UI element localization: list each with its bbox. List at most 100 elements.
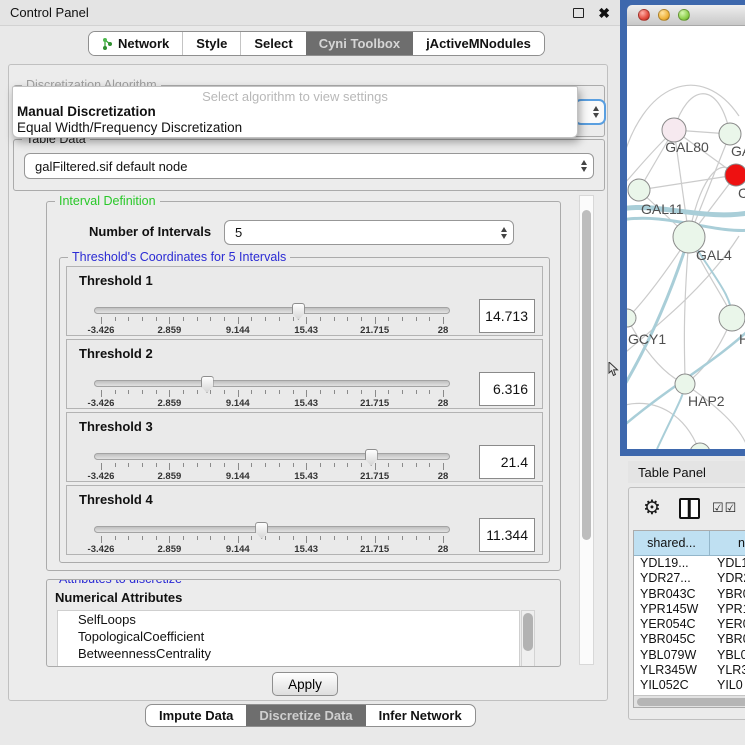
attribute-item[interactable]: TopologicalCoefficient — [58, 628, 519, 645]
network-node[interactable] — [725, 164, 745, 186]
slider-tick-labels: -3.4262.8599.14415.4321.71528 — [101, 325, 443, 335]
network-node[interactable] — [627, 309, 636, 327]
algorithm-combobox[interactable] — [574, 99, 606, 125]
table-row[interactable]: YBR043CYBR0 — [634, 587, 745, 602]
tab-network[interactable]: Network — [89, 32, 182, 55]
table-row[interactable]: YIL052CYIL0 — [634, 678, 745, 693]
attribute-item[interactable]: SelfLoops — [58, 611, 519, 628]
thresholds-container: Threshold 1 -3.4262.8599.14415.4321.7152… — [60, 258, 549, 555]
slider-track[interactable] — [94, 526, 450, 533]
threshold-label: Threshold 3 — [79, 419, 153, 434]
threshold-panel: Threshold 4 -3.4262.8599.14415.4321.7152… — [66, 485, 543, 555]
table-row[interactable]: YLR345WYLR3 — [634, 663, 745, 678]
threshold-slider[interactable]: -3.4262.8599.14415.4321.71528 — [94, 522, 450, 552]
apply-button[interactable]: Apply — [272, 672, 338, 696]
mouse-cursor — [608, 362, 619, 377]
tab-discretize-data[interactable]: Discretize Data — [246, 705, 365, 726]
network-node-label: C — [738, 185, 745, 201]
network-node-label: H — [739, 331, 745, 347]
network-svg: GAL80GACGAL11GAL4GCY1HHAP2 — [627, 26, 745, 449]
tab-infer-network-label: Infer Network — [379, 708, 462, 723]
attribute-item[interactable]: BetweennessCentrality — [58, 645, 519, 662]
table-row[interactable]: YPR145WYPR1 — [634, 602, 745, 617]
attributes-group: Attributes to discretize Numerical Attri… — [46, 579, 561, 667]
thresholds-group-title: Threshold's Coordinates for 5 Intervals — [68, 250, 290, 264]
cyni-toolbox-panel: Discretization Algorithm Table Data galF… — [8, 64, 608, 701]
network-node[interactable] — [719, 123, 741, 145]
scrollbar-thumb[interactable] — [582, 210, 591, 540]
interval-definition-group-title: Interval Definition — [55, 194, 160, 208]
threshold-slider[interactable]: -3.4262.8599.14415.4321.71528 — [94, 303, 450, 333]
column-header-name[interactable]: na — [710, 531, 745, 556]
network-canvas[interactable]: GAL80GACGAL11GAL4GCY1HHAP2 — [627, 26, 745, 449]
threshold-value-field[interactable]: 6.316 — [479, 372, 535, 406]
table-panel-toolbar: ⚙ ☑☑ — [629, 492, 745, 524]
gear-icon[interactable]: ⚙ — [643, 498, 661, 518]
slider-ticks — [101, 317, 443, 325]
network-node[interactable] — [628, 179, 650, 201]
scrollbar-thumb[interactable] — [637, 698, 745, 706]
tab-select[interactable]: Select — [240, 32, 305, 55]
column-header-shared-name[interactable]: shared... — [634, 531, 710, 556]
algorithm-option-manual[interactable]: Manual Discretization — [13, 104, 577, 120]
combo-stepper-icon — [593, 106, 599, 118]
tab-impute-data-label: Impute Data — [159, 708, 233, 723]
table-row[interactable]: YER054CYER0 — [634, 617, 745, 632]
table-data-combobox[interactable]: galFiltered.sif default node — [24, 153, 594, 179]
close-traffic-light-icon[interactable] — [638, 9, 650, 21]
tab-jactivemnodules[interactable]: jActiveMNodules — [413, 32, 544, 55]
tab-infer-network[interactable]: Infer Network — [366, 705, 475, 726]
tab-cyni-toolbox[interactable]: Cyni Toolbox — [306, 32, 413, 55]
slider-track[interactable] — [94, 307, 450, 314]
checkboxes-icon[interactable]: ☑☑ — [712, 500, 737, 516]
attributes-group-title: Attributes to discretize — [55, 579, 186, 586]
algorithm-option-equal-width[interactable]: Equal Width/Frequency Discretization — [13, 120, 577, 136]
network-window-titlebar[interactable] — [627, 5, 745, 26]
slider-tick-labels: -3.4262.8599.14415.4321.71528 — [101, 544, 443, 554]
tab-cyni-toolbox-label: Cyni Toolbox — [319, 36, 400, 51]
network-node-label: GCY1 — [628, 331, 666, 347]
control-panel-titlebar: Control Panel ✖ — [0, 0, 620, 26]
network-node[interactable] — [719, 305, 745, 331]
node-table-body: YDL19...YDL1YDR27...YDR2YBR043CYBR0YPR14… — [634, 556, 745, 694]
number-of-intervals-label: Number of Intervals — [89, 224, 211, 239]
threshold-slider[interactable]: -3.4262.8599.14415.4321.71528 — [94, 376, 450, 406]
threshold-value-field[interactable]: 21.4 — [479, 445, 535, 479]
combo-stepper-icon — [581, 160, 587, 172]
threshold-value-field[interactable]: 11.344 — [479, 518, 535, 552]
tab-select-label: Select — [254, 36, 292, 51]
slider-ticks — [101, 463, 443, 471]
network-icon — [102, 37, 113, 51]
number-of-intervals-combobox[interactable]: 5 — [224, 220, 514, 245]
minimize-traffic-light-icon[interactable] — [658, 9, 670, 21]
table-panel-titlebar: Table Panel — [628, 461, 745, 483]
network-node-label: GAL80 — [665, 139, 709, 155]
table-panel-region: Table Panel ⚙ ☑☑ shared... na YDL19...YD… — [620, 456, 745, 745]
threshold-value-field[interactable]: 14.713 — [479, 299, 535, 333]
slider-track[interactable] — [94, 453, 450, 460]
close-icon[interactable]: ✖ — [598, 8, 610, 18]
columns-icon[interactable] — [679, 498, 700, 519]
tab-discretize-data-label: Discretize Data — [259, 708, 352, 723]
screen: { "control_panel": { "title": "Control P… — [0, 0, 745, 745]
zoom-traffic-light-icon[interactable] — [678, 9, 690, 21]
cyni-bottom-tabbar: Impute Data Discretize Data Infer Networ… — [145, 704, 476, 727]
settings-vertical-scrollbar[interactable] — [579, 195, 594, 665]
table-row[interactable]: YDR27...YDR2 — [634, 571, 745, 586]
slider-track[interactable] — [94, 380, 450, 387]
table-data-group: Table Data galFiltered.sif default node — [13, 139, 605, 191]
tab-impute-data[interactable]: Impute Data — [146, 705, 246, 726]
attributes-list-scrollbar[interactable] — [521, 610, 535, 667]
table-row[interactable]: YBL079WYBL0 — [634, 648, 745, 663]
node-table: shared... na YDL19...YDL1YDR27...YDR2YBR… — [633, 530, 745, 708]
float-window-icon[interactable] — [573, 8, 584, 18]
table-row[interactable]: YBR045CYBR0 — [634, 632, 745, 647]
scrollbar-thumb[interactable] — [523, 613, 533, 651]
network-node[interactable] — [690, 443, 710, 449]
numerical-attributes-list[interactable]: SelfLoopsTopologicalCoefficientBetweenne… — [57, 610, 520, 667]
table-horizontal-scrollbar[interactable] — [634, 695, 745, 707]
tab-style[interactable]: Style — [182, 32, 240, 55]
threshold-slider[interactable]: -3.4262.8599.14415.4321.71528 — [94, 449, 450, 479]
network-node[interactable] — [675, 374, 695, 394]
table-row[interactable]: YDL19...YDL1 — [634, 556, 745, 571]
